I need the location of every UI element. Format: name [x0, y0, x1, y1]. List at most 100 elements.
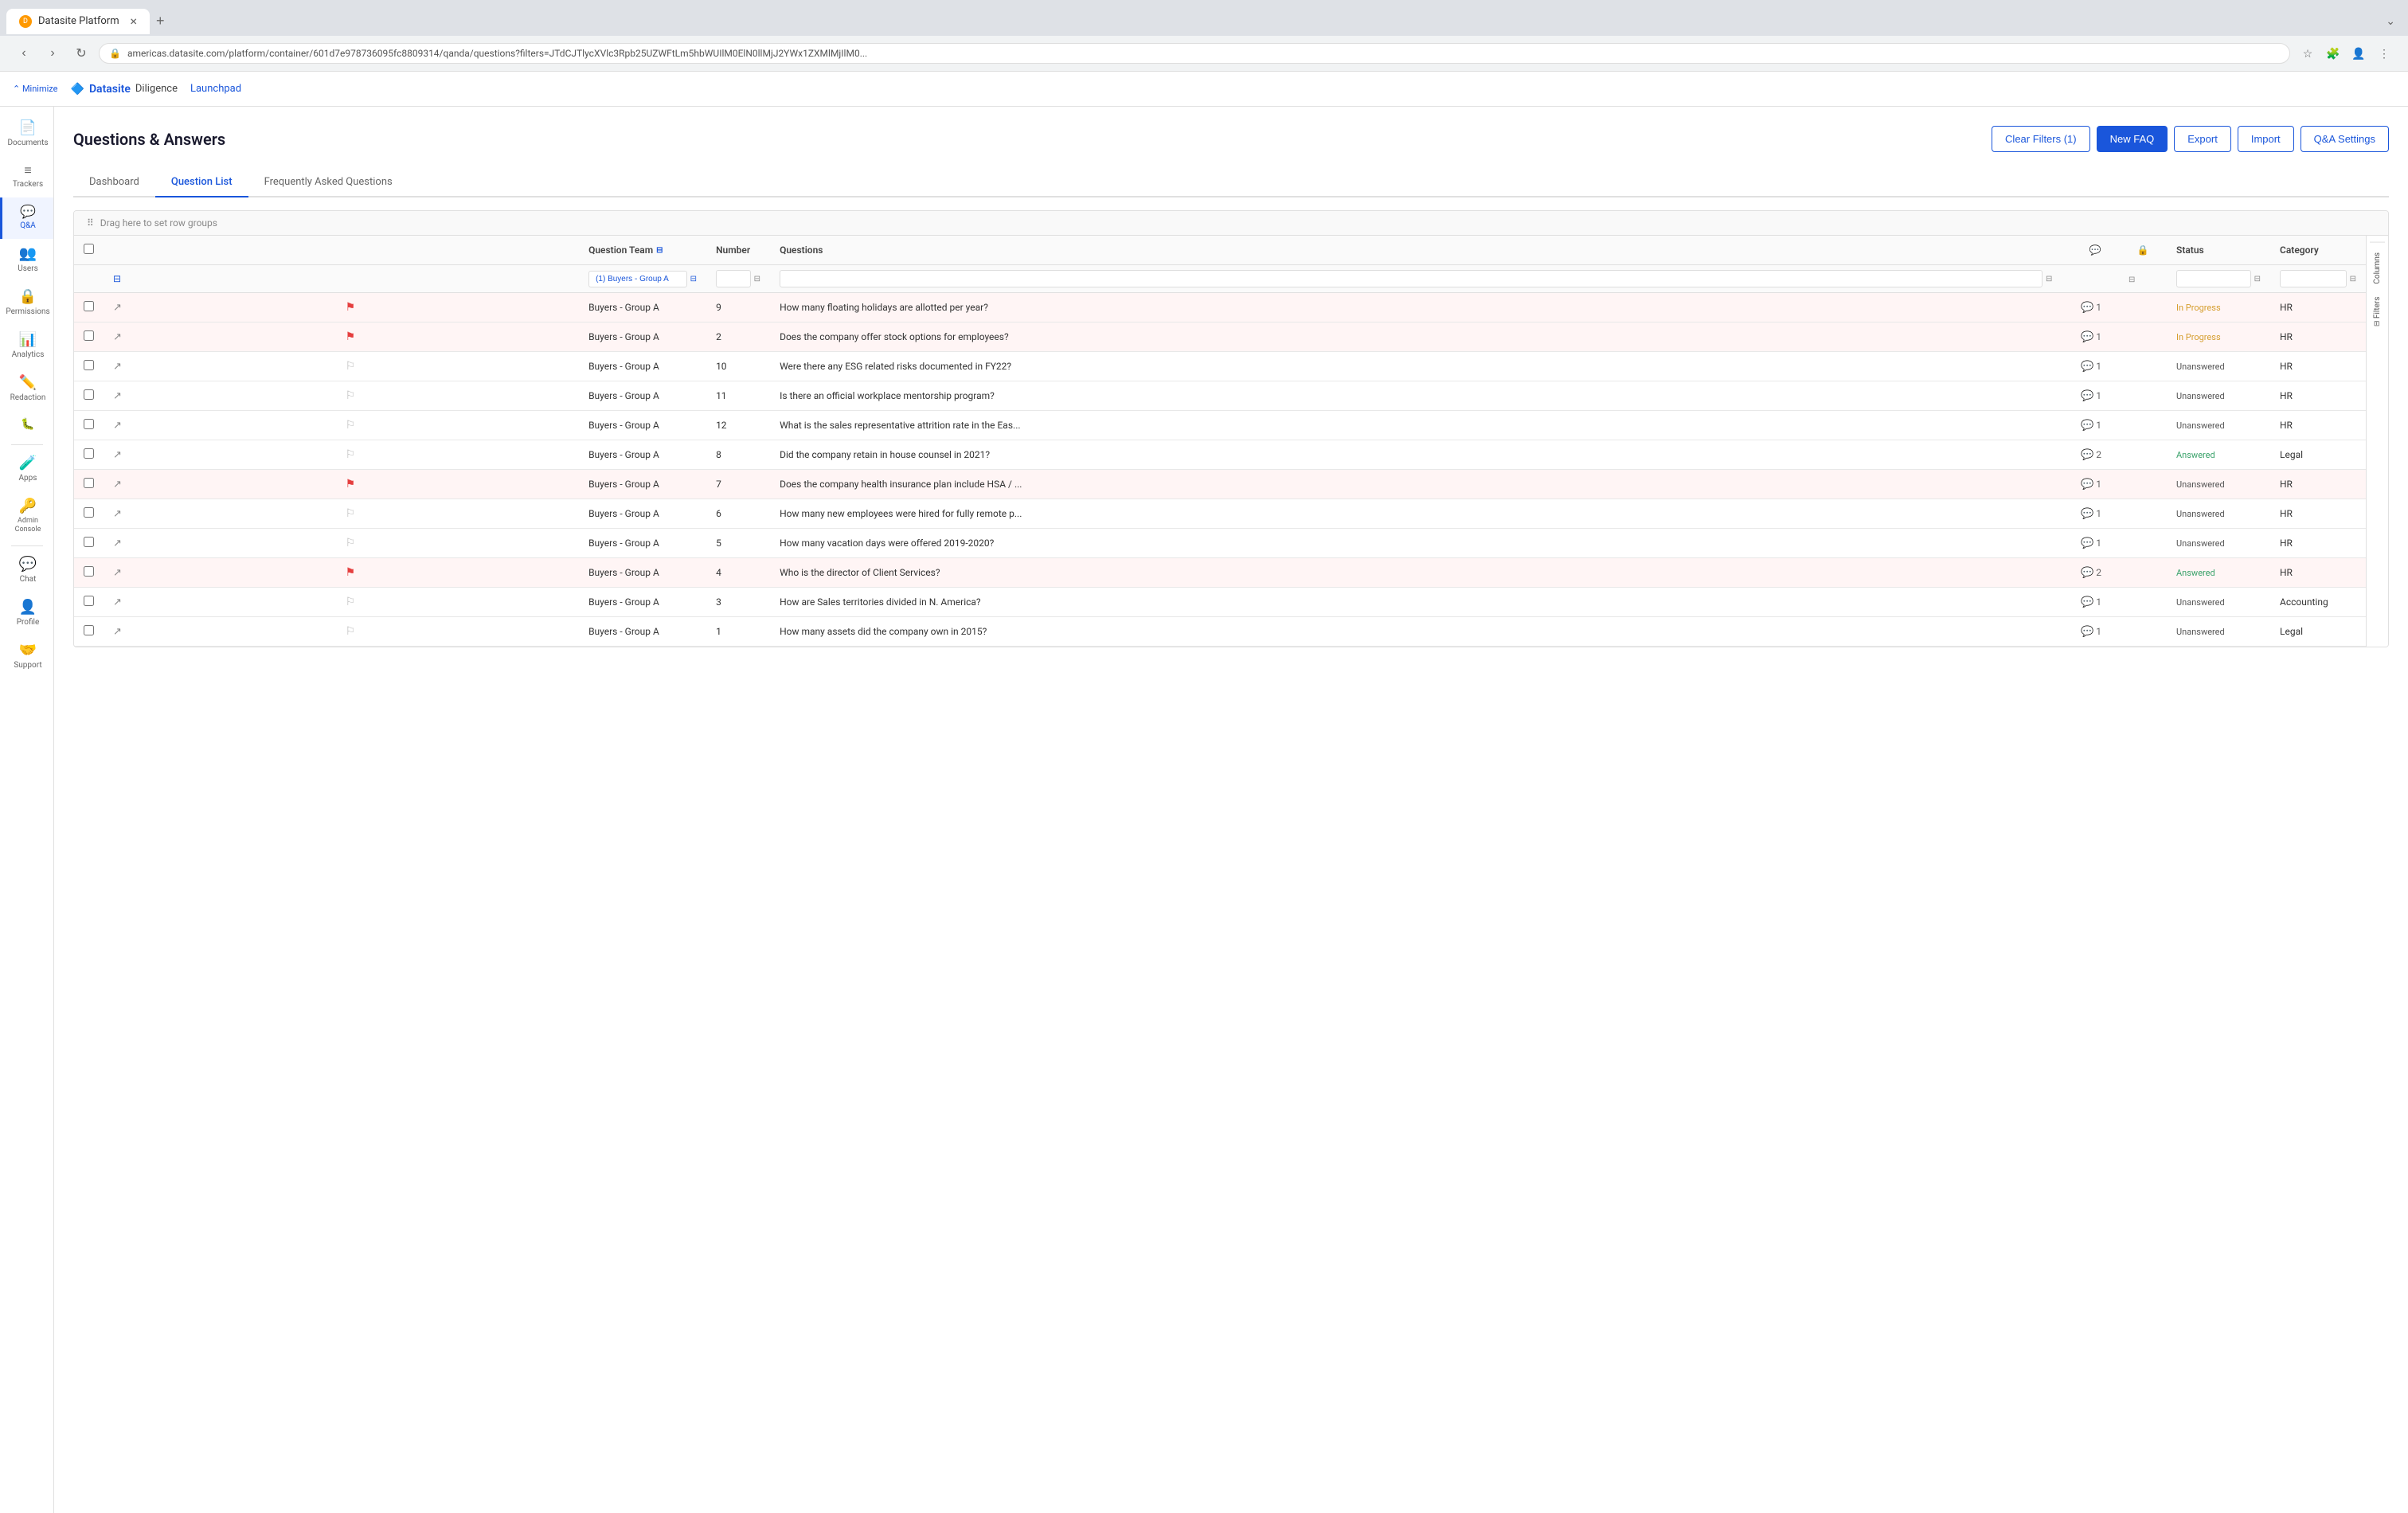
sidebar-item-admin-console[interactable]: 🔑 Admin Console: [0, 491, 53, 542]
back-button[interactable]: ‹: [13, 42, 35, 65]
tab-question-list[interactable]: Question List: [155, 168, 248, 197]
chat-count-badge: 💬 1: [2081, 331, 2109, 343]
filter-funnel-icon[interactable]: ⊟: [113, 273, 121, 284]
filters-panel-button[interactable]: ⊟ Filters: [2370, 294, 2385, 330]
question-team-label: Question Team: [588, 244, 653, 256]
row-checkbox-9[interactable]: [84, 566, 94, 577]
row-checkbox-5[interactable]: [84, 448, 94, 459]
import-button[interactable]: Import: [2238, 126, 2294, 152]
row-checkbox-2[interactable]: [84, 360, 94, 370]
reload-button[interactable]: ↻: [70, 42, 92, 65]
external-link-icon[interactable]: ↗: [113, 331, 122, 343]
flag-icon[interactable]: ⚑: [346, 330, 356, 343]
row-lock: [2119, 352, 2167, 381]
bookmark-button[interactable]: ☆: [2297, 42, 2319, 65]
questions-filter-icon[interactable]: ⊟: [2046, 275, 2052, 283]
flag-icon[interactable]: ⚑: [346, 301, 356, 314]
category-filter-icon[interactable]: ⊟: [2350, 275, 2356, 283]
number-filter-icon[interactable]: ⊟: [754, 275, 760, 283]
menu-button[interactable]: ⋮: [2373, 42, 2395, 65]
external-link-icon[interactable]: ↗: [113, 390, 122, 402]
sidebar-item-analytics[interactable]: 📊 Analytics: [0, 325, 53, 368]
external-link-icon[interactable]: ↗: [113, 538, 122, 549]
sidebar-item-profile[interactable]: 👤 Profile: [0, 592, 53, 635]
sidebar-item-trackers[interactable]: ≡ Trackers: [0, 156, 53, 197]
external-link-icon[interactable]: ↗: [113, 449, 122, 461]
sidebar-item-more[interactable]: 🐛: [0, 411, 53, 441]
sidebar-item-support[interactable]: 🤝 Support: [0, 635, 53, 678]
team-filter-input[interactable]: [588, 271, 687, 287]
new-faq-button[interactable]: New FAQ: [2097, 126, 2168, 152]
browser-tab-active[interactable]: D Datasite Platform ×: [6, 9, 150, 34]
external-link-icon[interactable]: ↗: [113, 596, 122, 608]
questions-filter-input[interactable]: [780, 270, 2042, 287]
flag-icon[interactable]: ⚑: [346, 478, 356, 491]
minimize-button[interactable]: ⌃ Minimize: [13, 84, 58, 94]
team-filter-icon[interactable]: ⊟: [656, 246, 663, 255]
row-checkbox-0[interactable]: [84, 301, 94, 311]
row-status: Answered: [2167, 440, 2270, 470]
flag-icon[interactable]: ⚐: [346, 507, 356, 520]
external-link-icon[interactable]: ↗: [113, 479, 122, 491]
tab-dashboard[interactable]: Dashboard: [73, 168, 155, 197]
new-tab-button[interactable]: +: [150, 6, 171, 36]
row-checkbox-3[interactable]: [84, 389, 94, 400]
lock-filter-icon[interactable]: ⊟: [2128, 276, 2135, 284]
forward-button[interactable]: ›: [41, 42, 64, 65]
row-checkbox-10[interactable]: [84, 596, 94, 606]
status-filter-icon[interactable]: ⊟: [2254, 275, 2261, 283]
flag-icon[interactable]: ⚑: [346, 566, 356, 579]
sidebar-item-documents[interactable]: 📄 Documents: [0, 113, 53, 156]
flag-icon[interactable]: ⚐: [346, 360, 356, 373]
profile-button[interactable]: 👤: [2347, 42, 2370, 65]
external-link-icon[interactable]: ↗: [113, 567, 122, 579]
row-lock: [2119, 558, 2167, 588]
sidebar-item-apps[interactable]: 🧪 Apps: [0, 448, 53, 491]
external-link-icon[interactable]: ↗: [113, 420, 122, 432]
status-badge: In Progress: [2176, 303, 2221, 313]
sidebar-item-users[interactable]: 👥 Users: [0, 239, 53, 282]
flag-icon[interactable]: ⚐: [346, 625, 356, 638]
flag-icon[interactable]: ⚐: [346, 596, 356, 608]
category-filter-input[interactable]: [2280, 270, 2347, 287]
sidebar-item-permissions[interactable]: 🔒 Permissions: [0, 282, 53, 325]
external-link-icon[interactable]: ↗: [113, 626, 122, 638]
qa-settings-button[interactable]: Q&A Settings: [2300, 126, 2389, 152]
sidebar-item-qanda[interactable]: 💬 Q&A: [0, 197, 53, 239]
row-number: 9: [706, 293, 770, 323]
export-button[interactable]: Export: [2174, 126, 2231, 152]
flag-icon[interactable]: ⚐: [346, 389, 356, 402]
external-link-icon[interactable]: ↗: [113, 361, 122, 373]
columns-panel-button[interactable]: Columns: [2370, 242, 2385, 287]
chat-count-value: 1: [2096, 479, 2101, 490]
status-filter-input[interactable]: [2176, 270, 2251, 287]
address-bar[interactable]: 🔒 americas.datasite.com/platform/contain…: [99, 43, 2290, 64]
row-checkbox-7[interactable]: [84, 507, 94, 518]
extensions-button[interactable]: 🧩: [2322, 42, 2344, 65]
flag-icon[interactable]: ⚐: [346, 537, 356, 549]
external-link-icon[interactable]: ↗: [113, 508, 122, 520]
chat-count-value: 1: [2096, 420, 2101, 431]
row-checkbox-1[interactable]: [84, 330, 94, 341]
row-checkbox-8[interactable]: [84, 537, 94, 547]
select-all-checkbox[interactable]: [84, 244, 94, 254]
number-filter-input[interactable]: [716, 270, 751, 287]
tab-faq[interactable]: Frequently Asked Questions: [248, 168, 408, 197]
tab-close-button[interactable]: ×: [130, 15, 137, 28]
external-link-icon[interactable]: ↗: [113, 302, 122, 314]
row-checkbox-11[interactable]: [84, 625, 94, 635]
sidebar-item-chat[interactable]: 💬 Chat: [0, 549, 53, 592]
row-link-cell: ↗: [104, 470, 336, 499]
row-number: 12: [706, 411, 770, 440]
team-filter-clear-icon[interactable]: ⊟: [690, 275, 697, 283]
row-checkbox-cell: [74, 440, 104, 470]
row-question: How are Sales territories divided in N. …: [770, 588, 2071, 617]
clear-filters-button[interactable]: Clear Filters (1): [1992, 126, 2090, 152]
row-checkbox-4[interactable]: [84, 419, 94, 429]
launchpad-link[interactable]: Launchpad: [190, 83, 241, 95]
sidebar-item-redaction[interactable]: ✏️ Redaction: [0, 368, 53, 411]
row-checkbox-6[interactable]: [84, 478, 94, 488]
flag-icon[interactable]: ⚐: [346, 448, 356, 461]
tab-dropdown[interactable]: ⌄: [2379, 9, 2402, 34]
flag-icon[interactable]: ⚐: [346, 419, 356, 432]
